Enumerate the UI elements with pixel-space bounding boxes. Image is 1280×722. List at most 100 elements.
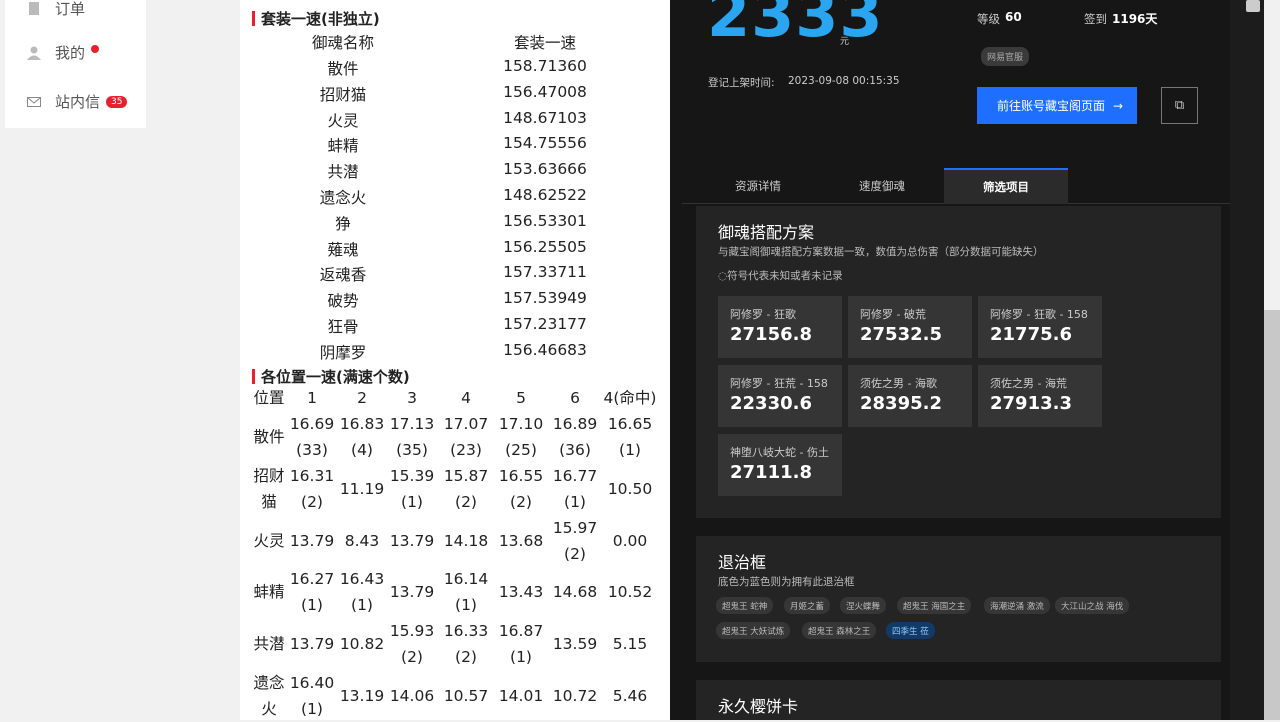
table-cell: 13.79 — [290, 631, 334, 657]
cell-line: 13.79 — [389, 583, 435, 601]
goto-cbg-button[interactable]: 前往账号藏宝阁页面 → — [977, 87, 1137, 124]
table-cell: 156.47008 — [503, 82, 587, 101]
frame-chip: 超鬼王 海国之主 — [897, 597, 972, 614]
detail-tabs: 资源详情 速度御魂 筛选项目 — [682, 168, 1230, 204]
table-cell: 10.52 — [608, 579, 652, 605]
sidebar-item-mine[interactable]: 我的 — [27, 42, 100, 63]
table-cell: 10.57 — [444, 683, 488, 709]
cell-line: (2) — [455, 648, 477, 666]
account-price: 2333 — [707, 0, 884, 51]
right-rail — [1230, 0, 1264, 720]
cell-line: 10.50 — [607, 480, 653, 498]
row-name-line: 散件 — [253, 428, 285, 446]
yuhun-card: 须佐之男 - 海荒 27913.3 — [978, 365, 1102, 427]
table-cell: 13.79 — [290, 528, 334, 554]
notification-dot — [91, 44, 100, 53]
cell-line: 13.59 — [552, 635, 598, 653]
sidebar-item-messages[interactable]: 站内信 35 — [27, 91, 128, 112]
scroll-up-button[interactable] — [1246, 0, 1260, 12]
cell-line: 16.83 — [339, 415, 385, 433]
table-cell: 16.87 (1) — [499, 618, 543, 670]
cell-line: 15.93 — [389, 622, 435, 640]
cell-line: 13.79 — [389, 532, 435, 550]
table-cell: 13.59 — [553, 631, 597, 657]
cell-line: 16.31 — [289, 467, 335, 485]
tab-label: 筛选项目 — [983, 180, 1029, 194]
row-name-line: 火 — [261, 700, 277, 718]
cell-line: (1) — [301, 596, 323, 614]
table-cell: 16.89 (36) — [553, 411, 597, 463]
table-cell: 13.43 — [499, 579, 543, 605]
copy-button[interactable]: ⧉ — [1161, 87, 1198, 124]
cell-line: (25) — [505, 441, 537, 459]
yuhun-card: 神堕八岐大蛇 - 伤土 27111.8 — [718, 434, 842, 496]
cell-line: 5.46 — [612, 687, 648, 705]
table-header: 3 — [407, 389, 417, 407]
card-value: 27532.5 — [860, 324, 942, 345]
sidebar-item-orders[interactable]: 订单 — [27, 0, 85, 19]
cell-line: (1) — [510, 648, 532, 666]
table-cell: 16.77 (1) — [553, 463, 597, 515]
cell-line: 13.79 — [289, 635, 335, 653]
cell-line: 10.82 — [339, 635, 385, 653]
panel-description: 底色为蓝色则为拥有此退治框 — [718, 576, 855, 588]
table-cell: 15.39 (1) — [390, 463, 434, 515]
card-name: 阿修罗 - 狂荒 - 158 — [730, 377, 828, 390]
sidebar: 订单 我的 站内信 35 — [5, 0, 146, 128]
table-cell: 16.31 (2) — [290, 463, 334, 515]
table-cell: 共潜 — [327, 163, 359, 182]
cell-line: 15.39 — [389, 467, 435, 485]
table-cell: 153.63666 — [503, 160, 587, 179]
section-title-position-speed: 各位置一速(满速个数) — [252, 366, 410, 387]
tab-label: 速度御魂 — [859, 179, 905, 193]
listed-time: 2023-09-08 00:15:35 — [788, 75, 900, 87]
card-name: 阿修罗 - 狂歌 - 158 — [990, 308, 1088, 321]
cell-line: 5.15 — [612, 635, 648, 653]
cell-line: (2) — [564, 545, 586, 563]
row-name: 招财猫 — [253, 463, 284, 515]
table-cell: 154.75556 — [503, 134, 587, 153]
panel-title: 御魂搭配方案 — [718, 223, 815, 242]
table-cell: 15.93 (2) — [390, 618, 434, 670]
row-name: 蚌精 — [253, 579, 284, 605]
price-unit: 元 — [840, 37, 850, 47]
card-name: 须佐之男 - 海歌 — [860, 377, 937, 390]
table-cell: 遗念火 — [319, 189, 367, 207]
tab-label: 资源详情 — [735, 179, 781, 193]
tab-speed-yuhun[interactable]: 速度御魂 — [820, 168, 944, 204]
scrollbar-thumb[interactable] — [1264, 310, 1280, 720]
table-cell: 蚌精 — [327, 137, 359, 156]
table-cell: 16.55 (2) — [499, 463, 543, 515]
table-cell: 156.25505 — [503, 237, 587, 256]
frame-chip: 超鬼王 蛇神 — [716, 597, 774, 614]
row-name-line: 猫 — [261, 493, 277, 511]
cell-line: (4) — [351, 441, 373, 459]
cell-line: 13.68 — [498, 532, 544, 550]
frame-chip: 超鬼王 大妖试炼 — [716, 622, 791, 639]
cell-line: 16.43 — [339, 570, 385, 588]
yuhun-card: 须佐之男 - 海歌 28395.2 — [848, 365, 972, 427]
table-cell: 13.79 — [390, 528, 434, 554]
cell-line: (33) — [296, 441, 328, 459]
cell-line: 16.27 — [289, 570, 335, 588]
cell-line: (2) — [510, 493, 532, 511]
cell-line: 13.19 — [339, 687, 385, 705]
cell-line: 16.55 — [498, 467, 544, 485]
cell-line: 16.87 — [498, 622, 544, 640]
signin-value: 1196天 — [1112, 12, 1158, 26]
card-name: 神堕八岐大蛇 - 伤土 — [730, 446, 829, 459]
table-header: 御魂名称 — [311, 34, 375, 52]
table-cell: 16.14 (1) — [444, 566, 488, 618]
table-cell: 5.15 — [613, 631, 648, 657]
table-cell: 13.79 — [390, 579, 434, 605]
frame-chip: 超鬼王 森林之王 — [802, 622, 877, 639]
table-cell: 16.27 (1) — [290, 566, 334, 618]
cell-line: 15.97 — [552, 519, 598, 537]
cell-line: 11.19 — [339, 480, 385, 498]
tab-filter-items[interactable]: 筛选项目 — [944, 168, 1068, 204]
frame-chip: 四季生 莅 — [886, 622, 935, 639]
cell-line: 10.72 — [552, 687, 598, 705]
tab-resource-detail[interactable]: 资源详情 — [696, 168, 820, 204]
table-cell: 13.19 — [340, 683, 384, 709]
table-cell: 狰 — [335, 214, 351, 233]
